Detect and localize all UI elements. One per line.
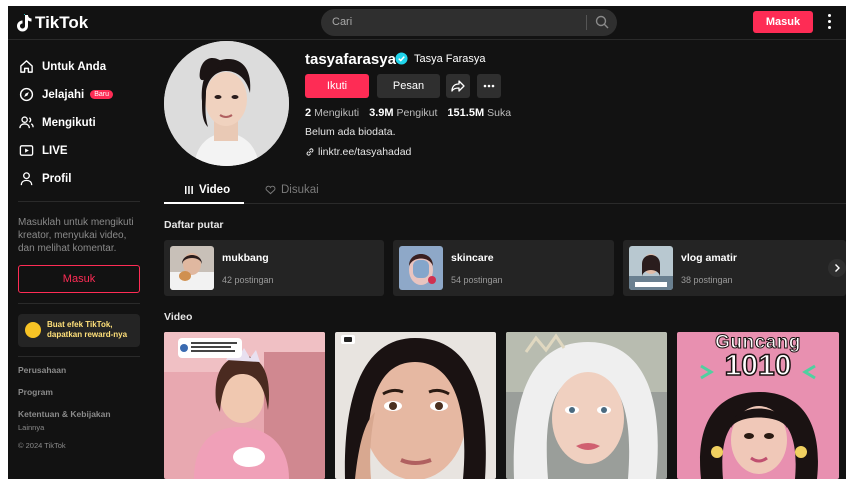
sidebar-item-explore[interactable]: Jelajahi Baru <box>19 87 113 102</box>
playlist-thumbnail <box>399 246 443 290</box>
share-icon <box>451 80 465 92</box>
share-button[interactable] <box>446 74 470 98</box>
users-icon <box>19 116 34 129</box>
tab-videos[interactable]: Video <box>184 184 230 196</box>
sidebar: Untuk Anda Jelajahi Baru Mengikuti LIVE … <box>8 41 148 479</box>
profile-display-name: Tasya Farasya <box>414 53 486 65</box>
video-overlay-number: 1010 <box>724 348 792 383</box>
chevron-right-icon <box>835 264 840 272</box>
sidebar-item-label: Jelajahi <box>42 88 85 101</box>
live-icon <box>19 145 34 156</box>
ellipsis-icon <box>483 84 495 88</box>
videos-heading: Video <box>164 311 193 323</box>
copyright: © 2024 TikTok <box>18 441 66 450</box>
playlist-thumbnail <box>629 246 673 290</box>
more-options-button[interactable] <box>477 74 501 98</box>
login-hint-text: Masuklah untuk mengikuti kreator, menyuk… <box>18 217 134 254</box>
playlist-count: 54 postingan <box>451 275 503 285</box>
playlists-heading: Daftar putar <box>164 219 224 231</box>
create-effects-banner[interactable]: Buat efek TikTok, dapatkan reward-nya <box>18 314 140 347</box>
effect-house-icon <box>25 322 41 338</box>
playlist-count: 42 postingan <box>222 275 274 285</box>
footer-link-terms[interactable]: Ketentuan & Kebijakan <box>18 409 111 419</box>
sidebar-divider <box>18 356 140 357</box>
tabs-divider <box>164 203 846 204</box>
search-input[interactable]: Cari <box>332 16 352 28</box>
sidebar-item-label: Mengikuti <box>42 116 96 129</box>
profile-link-text[interactable]: linktr.ee/tasyahadad <box>318 146 411 158</box>
grid-icon <box>185 186 193 194</box>
search-icon[interactable] <box>595 15 609 29</box>
profile-icon <box>20 172 33 186</box>
sidebar-divider <box>18 303 140 304</box>
video-thumbnail[interactable] <box>335 332 496 479</box>
link-icon <box>306 148 314 156</box>
tiktok-note-icon <box>17 14 32 32</box>
effect-banner-text: Buat efek TikTok, dapatkan reward-nya <box>47 320 128 339</box>
sidebar-login-button[interactable]: Masuk <box>18 265 140 293</box>
more-menu-icon[interactable] <box>824 14 834 32</box>
sidebar-item-label: LIVE <box>42 144 68 157</box>
tab-label: Disukai <box>281 184 319 196</box>
profile-stats: 2 Mengikuti 3.9M Pengikut 151.5M Suka <box>305 107 511 119</box>
video-thumbnail[interactable]: Guncang 1010 <box>677 332 839 479</box>
brand-name: TikTok <box>35 13 89 32</box>
playlist-name: skincare <box>451 252 494 264</box>
search-bar[interactable]: Cari <box>321 9 617 36</box>
follow-button[interactable]: Ikuti <box>305 74 369 98</box>
followers-stat[interactable]: 3.9M Pengikut <box>369 107 437 119</box>
sidebar-divider <box>18 201 140 202</box>
sidebar-item-profile[interactable]: Profil <box>19 171 71 186</box>
sidebar-item-label: Untuk Anda <box>42 60 107 73</box>
playlist-thumbnail <box>170 246 214 290</box>
video-thumbnail[interactable] <box>506 332 667 479</box>
profile-bio: Belum ada biodata. <box>305 126 396 138</box>
new-badge: Baru <box>90 90 113 99</box>
sidebar-item-live[interactable]: LIVE <box>19 143 68 158</box>
profile-avatar <box>164 41 289 166</box>
sidebar-item-label: Profil <box>42 172 72 185</box>
search-divider <box>586 15 587 30</box>
footer-link-program[interactable]: Program <box>18 387 53 397</box>
top-bar: TikTok Cari Masuk <box>8 6 846 40</box>
message-button[interactable]: Pesan <box>377 74 440 98</box>
sidebar-item-following[interactable]: Mengikuti <box>19 115 96 130</box>
app-window: TikTok Cari Masuk Untuk Anda Jelajahi Ba… <box>8 6 846 479</box>
playlist-count: 38 postingan <box>681 275 733 285</box>
login-button[interactable]: Masuk <box>753 11 813 33</box>
sidebar-item-for-you[interactable]: Untuk Anda <box>19 59 106 74</box>
profile-link[interactable]: linktr.ee/tasyahadad <box>305 146 411 158</box>
tab-liked[interactable]: Disukai <box>265 184 319 196</box>
verified-badge-icon <box>395 52 408 65</box>
compass-icon <box>19 87 34 102</box>
following-stat[interactable]: 2 Mengikuti <box>305 107 359 119</box>
playlist-card[interactable]: vlog amatir 38 postingan <box>623 240 846 296</box>
active-tab-indicator <box>164 202 244 204</box>
heart-lock-icon <box>265 185 276 195</box>
playlist-name: mukbang <box>222 252 269 264</box>
footer-link-more[interactable]: Lainnya <box>18 423 44 432</box>
tab-label: Video <box>199 184 231 196</box>
playlist-card[interactable]: mukbang 42 postingan <box>164 240 384 296</box>
profile-username: tasyafarasya <box>305 51 396 68</box>
likes-stat: 151.5M Suka <box>447 107 512 119</box>
footer-link-company[interactable]: Perusahaan <box>18 365 66 375</box>
video-thumbnail[interactable] <box>164 332 325 479</box>
playlist-name: vlog amatir <box>681 252 738 264</box>
home-icon <box>20 60 33 73</box>
playlist-next-button[interactable] <box>828 259 846 277</box>
tiktok-logo[interactable]: TikTok <box>16 13 88 33</box>
playlist-card[interactable]: skincare 54 postingan <box>393 240 614 296</box>
